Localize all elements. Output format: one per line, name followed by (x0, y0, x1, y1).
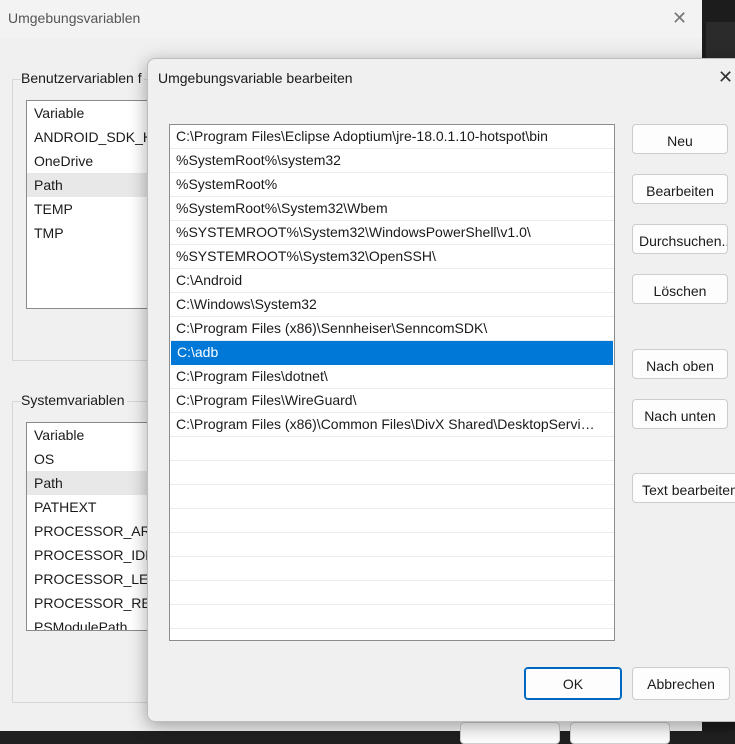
system-variable-row[interactable]: Path (27, 471, 167, 495)
user-variable-row[interactable]: OneDrive (27, 149, 167, 173)
system-variable-row[interactable]: PSModulePath (27, 615, 167, 630)
path-row[interactable]: C:\Program Files (x86)\Common Files\DivX… (170, 413, 614, 437)
background-button[interactable] (570, 722, 670, 744)
delete-button[interactable]: Löschen (632, 274, 728, 304)
path-row-selected[interactable]: C:\adb (171, 341, 613, 365)
system-variable-row[interactable]: PROCESSOR_ARC (27, 519, 167, 543)
background-close-icon[interactable]: ✕ (672, 8, 687, 29)
edit-button[interactable]: Bearbeiten (632, 174, 728, 204)
path-row[interactable]: C:\Windows\System32 (170, 293, 614, 317)
user-variables-header[interactable]: Variable (27, 101, 167, 125)
system-variable-row[interactable]: PROCESSOR_REV (27, 591, 167, 615)
system-variable-row[interactable]: PROCESSOR_IDEI (27, 543, 167, 567)
path-row[interactable]: %SystemRoot%\system32 (170, 149, 614, 173)
system-variable-row[interactable]: OS (27, 447, 167, 471)
move-down-button[interactable]: Nach unten (632, 399, 728, 429)
path-row-empty[interactable] (170, 461, 614, 485)
path-row[interactable]: %SYSTEMROOT%\System32\OpenSSH\ (170, 245, 614, 269)
path-row[interactable]: %SystemRoot% (170, 173, 614, 197)
cancel-button[interactable]: Abbrechen (632, 667, 730, 700)
path-row[interactable]: C:\Program Files\dotnet\ (170, 365, 614, 389)
user-variables-label: Benutzervariablen f (21, 70, 144, 86)
system-variables-header[interactable]: Variable (27, 423, 167, 447)
path-list[interactable]: C:\Program Files\Eclipse Adoptium\jre-18… (169, 124, 615, 641)
path-row[interactable]: %SystemRoot%\System32\Wbem (170, 197, 614, 221)
new-button[interactable]: Neu (632, 124, 728, 154)
dialog-title: Umgebungsvariable bearbeiten (158, 70, 353, 86)
path-row-empty[interactable] (170, 581, 614, 605)
path-row-empty[interactable] (170, 437, 614, 461)
browse-button[interactable]: Durchsuchen... (632, 224, 728, 254)
system-variable-row[interactable]: PROCESSOR_LEVI (27, 567, 167, 591)
user-variable-row[interactable]: Path (27, 173, 167, 197)
edit-environment-variable-dialog: Umgebungsvariable bearbeiten ✕ C:\Progra… (147, 58, 735, 722)
background-titlebar: Umgebungsvariablen ✕ (0, 0, 702, 38)
edit-text-button[interactable]: Text bearbeiten (632, 473, 735, 503)
path-row-empty[interactable] (170, 605, 614, 629)
path-row-empty[interactable] (170, 533, 614, 557)
move-up-button[interactable]: Nach oben (632, 349, 728, 379)
user-variable-row[interactable]: TMP (27, 221, 167, 245)
user-variable-row[interactable]: ANDROID_SDK_H (27, 125, 167, 149)
ok-button[interactable]: OK (524, 667, 622, 700)
path-row[interactable]: C:\Android (170, 269, 614, 293)
background-button[interactable] (460, 722, 560, 744)
system-variables-label: Systemvariablen (21, 392, 127, 408)
path-row[interactable]: C:\Program Files\WireGuard\ (170, 389, 614, 413)
user-variable-row[interactable]: TEMP (27, 197, 167, 221)
background-window-title: Umgebungsvariablen (8, 10, 141, 26)
path-row[interactable]: C:\Program Files\Eclipse Adoptium\jre-18… (170, 125, 614, 149)
path-row-empty[interactable] (170, 509, 614, 533)
system-variable-row[interactable]: PATHEXT (27, 495, 167, 519)
path-row[interactable]: C:\Program Files (x86)\Sennheiser\Sennco… (170, 317, 614, 341)
path-row-empty[interactable] (170, 557, 614, 581)
path-row[interactable]: %SYSTEMROOT%\System32\WindowsPowerShell\… (170, 221, 614, 245)
close-icon[interactable]: ✕ (718, 67, 733, 88)
path-row-empty[interactable] (170, 485, 614, 509)
